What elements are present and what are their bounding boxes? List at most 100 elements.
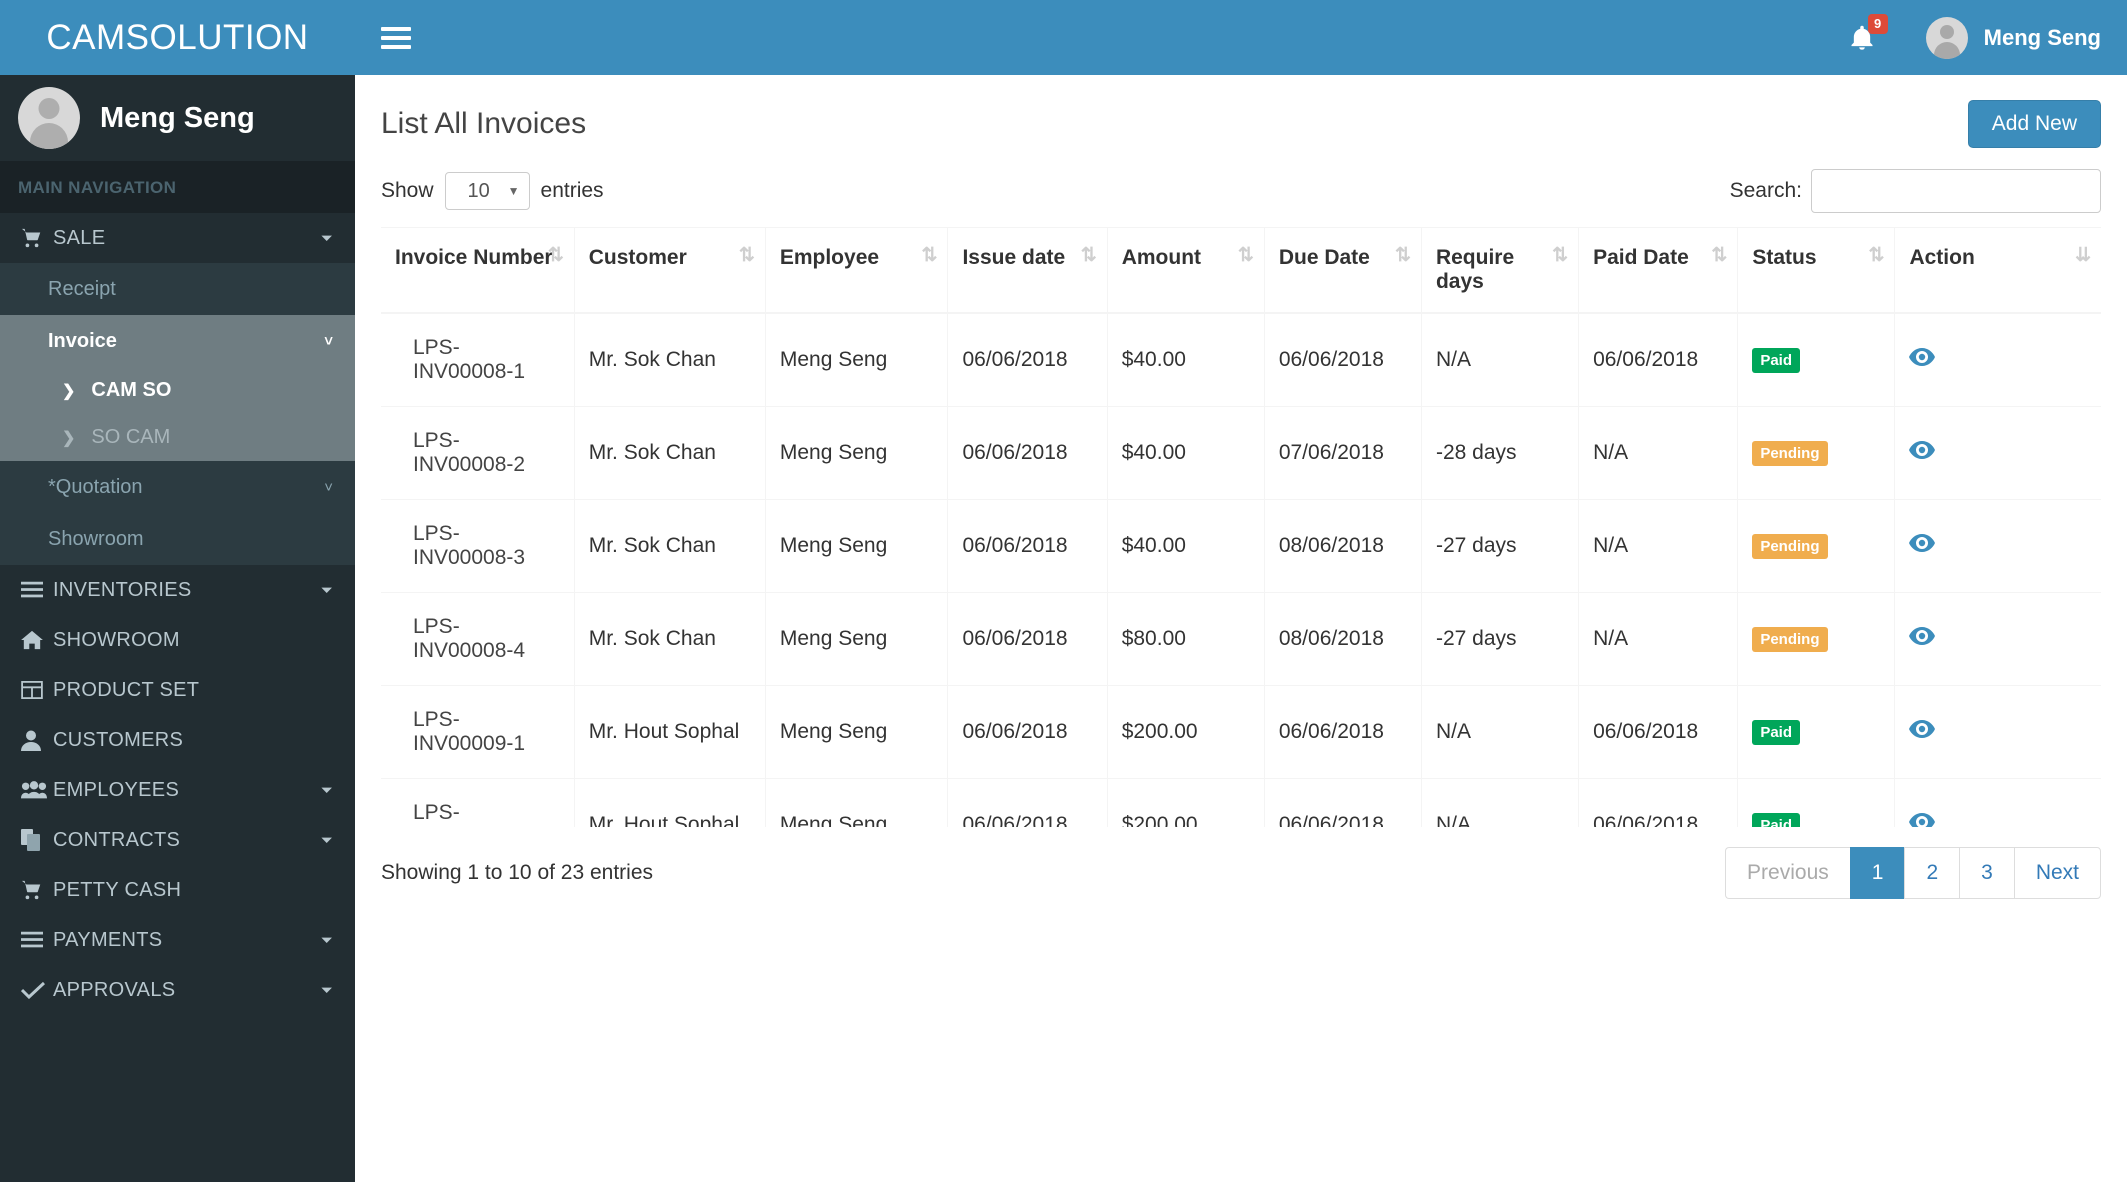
table-head: Invoice Number ⇅ Customer ⇅ Employee ⇅ I… <box>381 228 2101 314</box>
angle-double-down-icon: ⏷ <box>320 781 333 799</box>
column-header-employee[interactable]: Employee ⇅ <box>765 228 949 314</box>
sidebar-item-contracts[interactable]: CONTRACTS ⏷ <box>0 815 355 865</box>
column-header-amount[interactable]: Amount ⇅ <box>1107 228 1265 314</box>
table-scroll-region[interactable]: Invoice Number ⇅ Customer ⇅ Employee ⇅ I… <box>381 227 2101 827</box>
sidebar-item-so-cam-label: SO CAM <box>91 426 171 448</box>
sidebar-item-receipt[interactable]: Receipt <box>0 263 355 315</box>
column-header-action[interactable]: Action ⇊ <box>1894 228 2101 314</box>
hamburger-icon[interactable] <box>381 22 411 54</box>
search-control: Search: <box>1730 169 2101 213</box>
eye-icon[interactable] <box>1909 534 1936 552</box>
table-body: LPS-INV00008-1 Mr. Sok Chan Meng Seng 06/06… <box>381 313 2101 827</box>
amount-cell: $200.00 <box>1107 778 1265 827</box>
sidebar-item-approvals-label: APPROVALS <box>53 978 176 1001</box>
customer-cell: Mr. Hout Sophal <box>574 685 766 779</box>
invoice-number-cell: LPS-INV00008-1 <box>381 313 575 407</box>
add-new-button[interactable]: Add New <box>1967 100 2101 148</box>
column-header-due-date[interactable]: Due Date ⇅ <box>1264 228 1422 314</box>
due-date-cell: 06/06/2018 <box>1264 313 1422 407</box>
pagination-page-2[interactable]: 2 <box>1904 847 1960 899</box>
sidebar-item-invoice[interactable]: Invoice ˅ <box>0 315 355 367</box>
sort-icon: ⇅ <box>921 245 938 266</box>
table-icon <box>21 681 53 699</box>
sidebar: CAMSOLUTION Meng Seng MAIN NAVIGATION SA… <box>0 0 355 1182</box>
eye-icon[interactable] <box>1909 720 1936 738</box>
angle-right-icon: ❯ <box>62 429 76 447</box>
angle-double-down-icon: ⏷ <box>320 229 333 247</box>
sidebar-item-product-set[interactable]: PRODUCT SET <box>0 665 355 715</box>
status-badge: Pending <box>1752 534 1828 559</box>
pagination-page-1[interactable]: 1 <box>1849 847 1905 899</box>
sidebar-item-payments[interactable]: PAYMENTS ⏷ <box>0 915 355 965</box>
sidebar-item-payments-label: PAYMENTS <box>53 928 163 951</box>
column-label: Issue date <box>962 246 1066 269</box>
sidebar-item-sale-header[interactable]: SALE ⏷ <box>0 213 355 263</box>
sidebar-item-cam-so-label: CAM SO <box>91 379 172 401</box>
angle-double-down-icon: ⏷ <box>320 931 333 949</box>
bars-icon <box>21 581 53 599</box>
angle-double-down-icon: ⏷ <box>320 581 333 599</box>
check-icon <box>21 981 53 999</box>
page-length-select[interactable]: 10 25 50 100 <box>444 172 530 210</box>
notification-badge: 9 <box>1867 13 1888 34</box>
angle-right-icon: ❯ <box>62 382 76 400</box>
topbar-right: 9 Meng Seng <box>1848 13 2127 59</box>
sidebar-item-customers[interactable]: CUSTOMERS <box>0 715 355 765</box>
sort-icon: ⇅ <box>1237 245 1254 266</box>
sidebar-item-approvals[interactable]: APPROVALS ⏷ <box>0 965 355 1015</box>
eye-icon[interactable] <box>1909 348 1936 366</box>
sort-icon: ⇅ <box>1711 245 1727 266</box>
status-cell: Pending <box>1737 406 1896 500</box>
require-days-cell: -27 days <box>1421 499 1580 593</box>
sidebar-item-inventories[interactable]: INVENTORIES ⏷ <box>0 565 355 615</box>
column-label: Employee <box>779 246 880 269</box>
sidebar-item-employees[interactable]: EMPLOYEES ⏷ <box>0 765 355 815</box>
eye-icon[interactable] <box>1909 441 1936 459</box>
notifications-button[interactable]: 9 <box>1848 13 1888 52</box>
avatar <box>1925 16 1968 59</box>
table-row: LPS-INV00008-2 Mr. Sok Chan Meng Seng 06/06… <box>381 406 2101 500</box>
brand-logo[interactable]: CAMSOLUTION <box>0 0 355 75</box>
issue-date-cell: 06/06/2018 <box>947 406 1108 500</box>
chevron-down-icon: ˅ <box>324 478 333 496</box>
table-row: LPS-INV00009-1Mr. Hout SophalMeng Seng06… <box>381 685 2101 779</box>
search-input[interactable] <box>1811 169 2101 213</box>
column-header-status[interactable]: Status ⇅ <box>1737 228 1896 314</box>
sidebar-item-cam-so[interactable]: ❯ CAM SO <box>0 367 355 414</box>
column-label: Paid Date <box>1593 246 1689 269</box>
eye-icon[interactable] <box>1909 627 1936 645</box>
eye-icon[interactable] <box>1909 813 1936 827</box>
issue-date-cell: 06/06/2018 <box>947 778 1108 827</box>
status-badge: Pending <box>1752 627 1828 652</box>
column-label: Invoice Number <box>395 246 553 269</box>
sidebar-item-petty-cash[interactable]: PETTY CASH <box>0 865 355 915</box>
sort-icon: ⇅ <box>1868 245 1885 266</box>
sidebar-item-showroom-sub[interactable]: Showroom <box>0 513 355 565</box>
pagination-previous[interactable]: Previous <box>1725 847 1850 899</box>
paid-date-cell: 06/06/2018 <box>1578 685 1739 779</box>
sidebar-item-petty-cash-label: PETTY CASH <box>53 878 182 901</box>
column-header-customer[interactable]: Customer ⇅ <box>574 228 766 314</box>
pagination: Previous 1 2 3 Next <box>1725 847 2101 899</box>
sidebar-item-quotation[interactable]: *Quotation ˅ <box>0 461 355 513</box>
require-days-cell: -27 days <box>1421 592 1580 686</box>
column-header-paid-date[interactable]: Paid Date ⇅ <box>1578 228 1739 314</box>
pagination-page-3[interactable]: 3 <box>1959 847 2014 899</box>
home-icon <box>21 630 53 650</box>
column-header-issue-date[interactable]: Issue date ⇅ <box>947 228 1108 314</box>
shopping-cart-icon <box>21 879 53 901</box>
user-menu[interactable]: Meng Seng <box>1925 16 2101 59</box>
sidebar-item-invoice-label: Invoice <box>48 329 117 352</box>
sidebar-user-panel[interactable]: Meng Seng <box>0 75 355 161</box>
show-label: Show <box>381 179 434 202</box>
due-date-cell: 06/06/2018 <box>1264 778 1422 827</box>
amount-cell: $200.00 <box>1107 685 1265 779</box>
sidebar-item-so-cam[interactable]: ❯ SO CAM <box>0 414 355 461</box>
customer-cell: Mr. Sok Chan <box>574 406 766 500</box>
column-header-require-days[interactable]: Require days ⇅ <box>1421 228 1580 314</box>
pagination-next[interactable]: Next <box>2013 847 2101 899</box>
column-header-invoice-number[interactable]: Invoice Number ⇅ <box>381 228 575 314</box>
table-row: LPS-INV00008-1 Mr. Sok Chan Meng Seng 06/06… <box>381 313 2101 407</box>
sidebar-item-showroom[interactable]: SHOWROOM <box>0 615 355 665</box>
amount-cell: $40.00 <box>1107 499 1265 593</box>
